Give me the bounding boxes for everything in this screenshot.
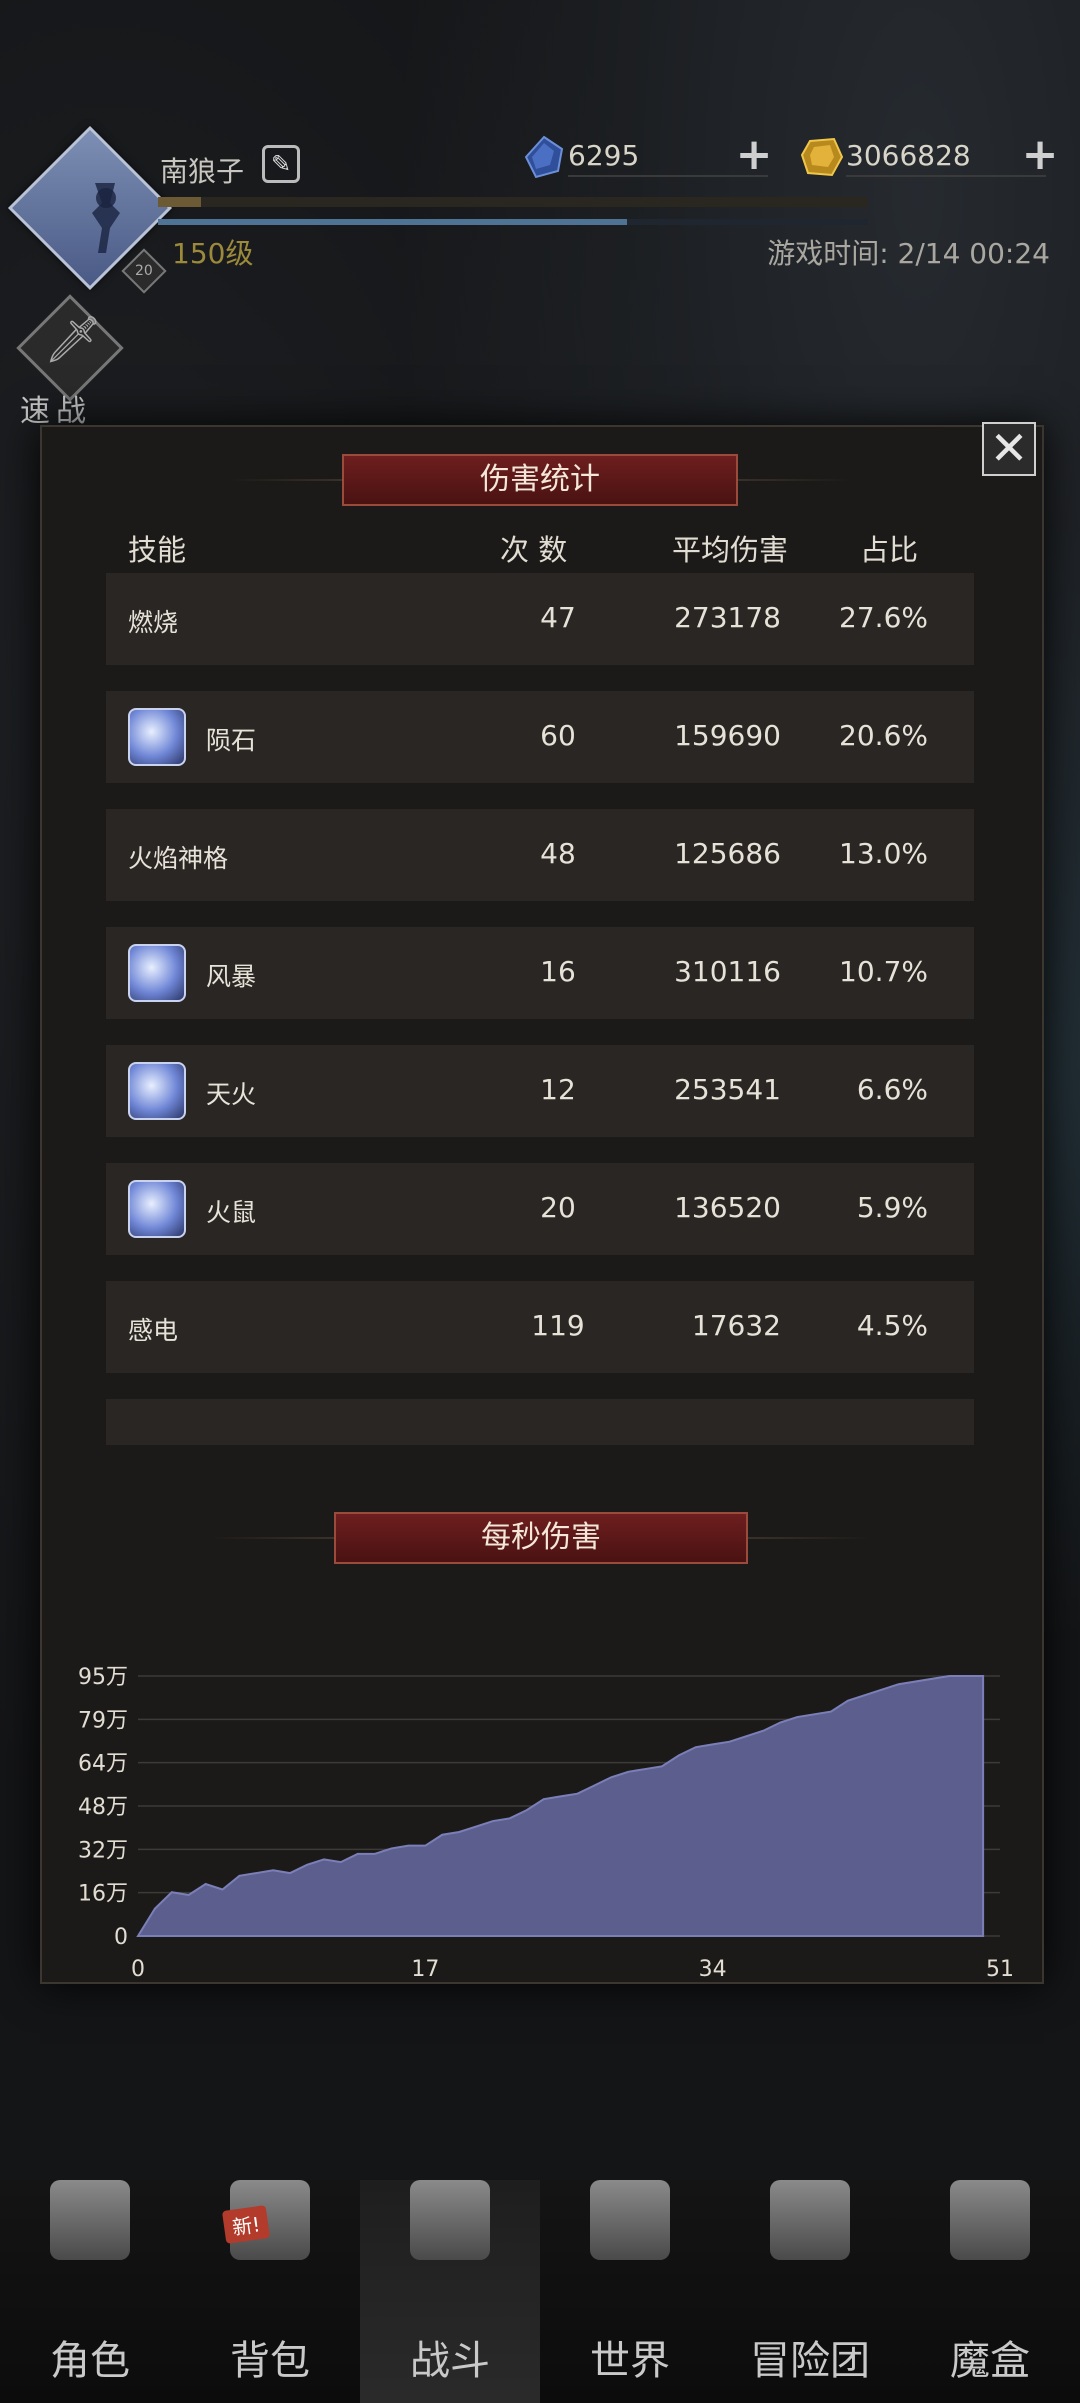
- y-tick-label: 32万: [78, 1838, 128, 1863]
- y-tick-label: 16万: [78, 1882, 128, 1907]
- table-row[interactable]: 火焰神格 48 125686 13.0%: [106, 809, 974, 901]
- nav-label: 冒险团: [750, 2338, 870, 2384]
- dps-title: 每秒伤害: [334, 1512, 748, 1564]
- skill-avg-damage: 125686: [674, 837, 781, 870]
- y-tick-label: 79万: [78, 1708, 128, 1733]
- map-scroll-icon: [590, 2180, 670, 2260]
- helmet-icon: [50, 2180, 130, 2260]
- skill-percent: 4.5%: [856, 1309, 928, 1342]
- gem-count: 6295: [568, 139, 640, 172]
- game-time: 游戏时间: 2/14 00:24: [767, 237, 1050, 270]
- skill-name: 火鼠: [206, 1198, 257, 1227]
- nav-label: 魔盒: [950, 2338, 1030, 2384]
- skill-count: 48: [540, 837, 576, 870]
- castle-icon: [770, 2180, 850, 2260]
- mp-bar: [158, 219, 868, 225]
- cube-icon: [950, 2180, 1030, 2260]
- blue-gem-icon: [524, 135, 564, 179]
- mp-fill: [158, 219, 627, 225]
- player-level: 150级: [172, 237, 254, 270]
- nav-item-5[interactable]: 魔盒: [900, 2180, 1080, 2403]
- damage-stats-title: 伤害统计: [342, 454, 738, 506]
- table-row[interactable]: 感电 119 17632 4.5%: [106, 1281, 974, 1373]
- dps-chart: 0 16万 32万 48万 64万 79万 95万 0 17 34 51: [78, 1665, 1014, 1982]
- nav-label: 世界: [590, 2338, 670, 2384]
- header-count: 次 数: [500, 533, 568, 567]
- table-row[interactable]: 陨石 60 159690 20.6%: [106, 691, 974, 783]
- skill-percent: 20.6%: [839, 719, 928, 752]
- x-tick-label: 17: [411, 1957, 439, 1982]
- nav-item-0[interactable]: 角色: [0, 2180, 180, 2403]
- skill-percent: 13.0%: [839, 837, 928, 870]
- sword-icon: 🗡: [44, 312, 103, 366]
- shield-sword-icon: [410, 2180, 490, 2260]
- skill-percent: 27.6%: [839, 601, 928, 634]
- nav-item-3[interactable]: 世界: [540, 2180, 720, 2403]
- header-avg: 平均伤害: [672, 533, 789, 567]
- header-pct: 占比: [860, 533, 919, 567]
- table-row[interactable]: 燃烧 47 273178 27.6%: [106, 573, 974, 665]
- skill-percent: 6.6%: [856, 1073, 928, 1106]
- skill-name: 陨石: [206, 726, 257, 755]
- y-tick-label: 0: [114, 1925, 128, 1950]
- skill-avg-damage: 273178: [674, 601, 781, 634]
- y-tick-label: 48万: [78, 1795, 128, 1820]
- skill-avg-damage: 17632: [691, 1309, 781, 1342]
- new-badge: 新!: [221, 2205, 271, 2244]
- skill-count: 20: [540, 1191, 576, 1224]
- skill-count: 60: [540, 719, 576, 752]
- skill-percent: 5.9%: [856, 1191, 928, 1224]
- close-icon: ✕: [989, 421, 1029, 475]
- skill-avg-damage: 159690: [674, 719, 781, 752]
- player-name: 南狼子: [160, 155, 245, 188]
- skill-icon: [128, 708, 186, 766]
- nav-item-2[interactable]: 战斗: [360, 2180, 540, 2403]
- skill-name: 天火: [206, 1080, 257, 1109]
- skill-name: 风暴: [206, 962, 257, 991]
- xp-bar: [158, 197, 868, 207]
- skill-count: 119: [531, 1309, 585, 1342]
- table-row[interactable]: 风暴 16 310116 10.7%: [106, 927, 974, 1019]
- gold-count: 3066828: [846, 139, 971, 172]
- gold-underline: [846, 175, 1046, 177]
- skill-name: 感电: [128, 1316, 179, 1345]
- x-tick-label: 51: [986, 1957, 1014, 1982]
- nav-label: 战斗: [410, 2338, 490, 2384]
- table-row[interactable]: 天火 12 253541 6.6%: [106, 1045, 974, 1137]
- table-row[interactable]: 火鼠 20 136520 5.9%: [106, 1163, 974, 1255]
- nav-label: 背包: [230, 2338, 310, 2384]
- skill-count: 16: [540, 955, 576, 988]
- skill-percent: 10.7%: [839, 955, 928, 988]
- nav-label: 角色: [50, 2338, 130, 2384]
- skill-count: 47: [540, 601, 576, 634]
- quick-battle-button[interactable]: 🗡 速战: [14, 294, 124, 429]
- nav-item-1[interactable]: 新! 背包: [180, 2180, 360, 2403]
- close-button[interactable]: ✕: [982, 422, 1036, 476]
- header-skill: 技能: [128, 533, 187, 567]
- skill-icon: [128, 1062, 186, 1120]
- add-gems-button[interactable]: +: [734, 133, 774, 177]
- gold-ore-icon: [800, 137, 844, 177]
- nav-item-4[interactable]: 冒险团: [720, 2180, 900, 2403]
- edit-name-icon[interactable]: ✎: [262, 145, 300, 183]
- x-tick-label: 34: [699, 1957, 727, 1982]
- x-tick-label: 0: [131, 1957, 145, 1982]
- skill-name: 燃烧: [128, 608, 179, 637]
- y-tick-label: 64万: [78, 1752, 128, 1777]
- xp-fill: [158, 197, 201, 207]
- table-row-partial[interactable]: [106, 1399, 974, 1445]
- skill-icon: [128, 1180, 186, 1238]
- skill-avg-damage: 136520: [674, 1191, 781, 1224]
- damage-table[interactable]: 燃烧 47 273178 27.6% 陨石 60 159690 20.6% 火焰神格 48 1256…: [106, 573, 974, 1445]
- add-gold-button[interactable]: +: [1020, 133, 1060, 177]
- skill-avg-damage: 253541: [674, 1073, 781, 1106]
- skill-avg-damage: 310116: [674, 955, 781, 988]
- bottom-nav: 角色 新! 背包 战斗 世界 冒险团 魔盒: [0, 2180, 1080, 2403]
- skill-count: 12: [540, 1073, 576, 1106]
- quick-battle-label: 速战: [20, 394, 92, 429]
- y-tick-label: 95万: [78, 1665, 128, 1690]
- skill-name: 火焰神格: [128, 844, 229, 873]
- skill-icon: [128, 944, 186, 1002]
